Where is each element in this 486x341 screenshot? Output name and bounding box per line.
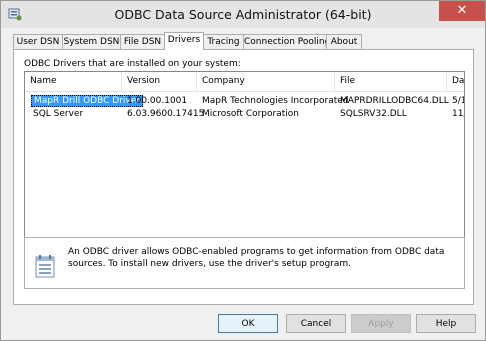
drivers-list-header: Name Version Company File Dat xyxy=(25,72,464,92)
driver-row[interactable]: MapR Drill ODBC Driver 1.00.00.1001 MapR… xyxy=(25,95,464,108)
apply-button[interactable]: Apply xyxy=(351,314,411,333)
column-header-name[interactable]: Name xyxy=(25,72,122,91)
info-box: An ODBC driver allows ODBC-enabled progr… xyxy=(24,237,465,289)
cancel-button[interactable]: Cancel xyxy=(286,314,346,333)
column-header-version[interactable]: Version xyxy=(122,72,197,91)
column-header-file[interactable]: File xyxy=(335,72,447,91)
driver-version: 6.03.9600.17415 xyxy=(127,109,205,119)
tab-drivers[interactable]: Drivers xyxy=(164,32,204,50)
driver-row[interactable]: SQL Server 6.03.9600.17415 Microsoft Cor… xyxy=(25,108,464,121)
driver-date: 11/ xyxy=(452,109,464,119)
drivers-list-caption: ODBC Drivers that are installed on your … xyxy=(24,59,241,69)
tab-user-dsn[interactable]: User DSN xyxy=(13,34,63,49)
ok-button[interactable]: OK xyxy=(218,314,278,333)
tab-system-dsn[interactable]: System DSN xyxy=(62,34,121,49)
info-text: An ODBC driver allows ODBC-enabled progr… xyxy=(68,247,445,269)
driver-company: Microsoft Corporation xyxy=(202,109,299,119)
driver-version: 1.00.00.1001 xyxy=(127,96,188,106)
tab-file-dsn[interactable]: File DSN xyxy=(120,34,165,49)
driver-file: SQLSRV32.DLL xyxy=(340,109,407,119)
tab-connection-pooling[interactable]: Connection Pooling xyxy=(243,34,330,49)
close-button[interactable]: ✕ xyxy=(439,1,485,21)
driver-name: SQL Server xyxy=(33,109,84,119)
driver-date: 5/1 xyxy=(452,96,464,106)
window-title: ODBC Data Source Administrator (64-bit) xyxy=(114,7,372,22)
column-header-company[interactable]: Company xyxy=(197,72,335,91)
column-header-date[interactable]: Dat xyxy=(447,72,464,91)
tab-about[interactable]: About xyxy=(326,34,362,49)
help-button[interactable]: Help xyxy=(416,314,476,333)
title-bar[interactable]: ODBC Data Source Administrator (64-bit) … xyxy=(1,1,485,28)
driver-company: MapR Technologies Incorporated xyxy=(202,96,349,106)
drivers-panel: ODBC Drivers that are installed on your … xyxy=(13,49,474,305)
driver-file: MAPRDRILLODBC64.DLL xyxy=(340,96,449,106)
tab-tracing[interactable]: Tracing xyxy=(203,34,244,49)
odbc-admin-window: ODBC Data Source Administrator (64-bit) … xyxy=(0,0,486,341)
driver-list-icon xyxy=(35,255,55,278)
